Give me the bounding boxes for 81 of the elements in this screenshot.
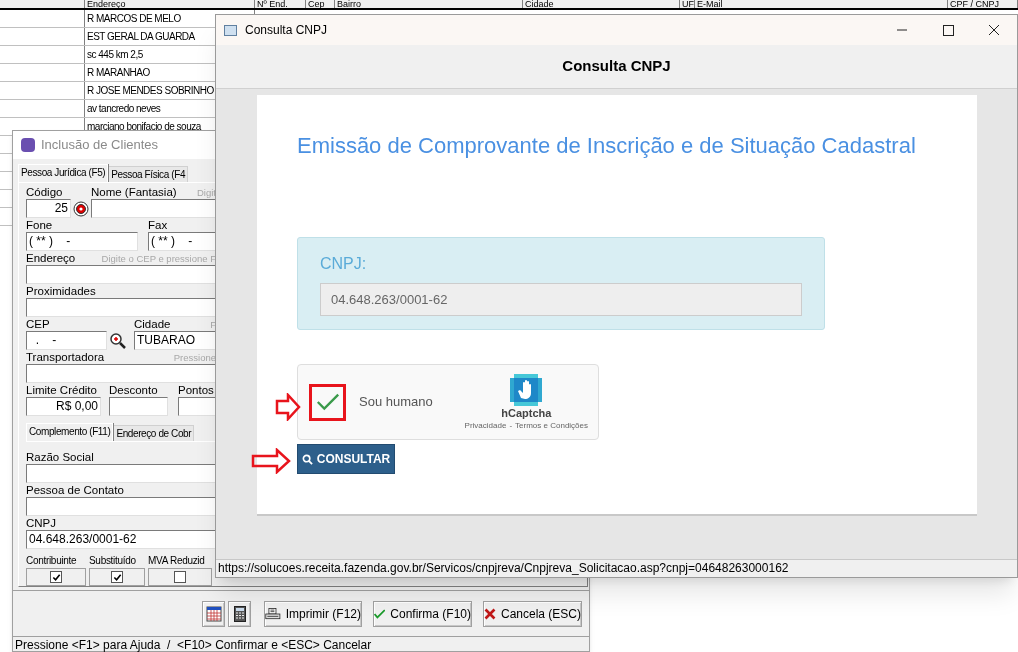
column-header[interactable]: UF [680,0,695,8]
input-field[interactable]: 04.648.263/0001-62 [26,530,216,549]
field-label: Endereço [26,252,76,265]
input-field[interactable]: R$ 0,00 [26,397,101,416]
input-field[interactable]: 25 [26,199,71,218]
field-label: CNPJ: [320,254,368,274]
status-url: https://solucoes.receita.fazenda.gov.br/Servicos/cnpjreva/Cnpjreva_Solicitacao.asp?cnpj=04648263000162 [216,559,1017,577]
field-label: Desconto [109,384,158,397]
field-label: Transportadora [26,351,105,364]
input-field[interactable]: 04.648.263/0001-62 [320,283,802,316]
tab[interactable]: Pessoa Jurídica (F5) [18,164,109,182]
input-field[interactable] [26,265,216,284]
target-icon[interactable] [73,200,89,217]
status-bar: Pressione <F1> para Ajuda / <F10> Confirmar e <ESC> Cancelar [13,636,589,652]
checkbox[interactable] [174,571,186,583]
field-label: Proximidades [26,285,96,298]
page-heading: Emissão de Comprovante de Inscrição e de Situação Cadastral [297,133,916,159]
calculator-icon [233,605,246,622]
input-field[interactable] [109,397,168,416]
annotation-arrow [275,393,301,421]
field-hint: Digit [197,187,216,199]
calendar-icon [205,605,222,622]
printer-icon [265,605,281,622]
input-field[interactable]: ( ** ) - [148,232,216,251]
column-header[interactable]: Nº End. [255,0,306,8]
input-field[interactable] [178,397,216,416]
brand-name: hCaptcha [501,405,552,420]
field-label: Pessoa de Contato [26,484,124,497]
checkbox[interactable] [50,571,62,583]
checkbox[interactable] [111,571,123,583]
field-hint: Digite o CEP e pressione F [101,253,216,265]
calculator-button[interactable] [228,600,251,627]
hand-logo-icon [510,373,543,406]
field-label: Limite Crédito [26,384,97,397]
input-field[interactable]: . - [26,331,107,350]
field-hint: F [210,319,216,331]
checkbox-label: Contribuinte [26,554,77,568]
column-header[interactable]: Endereço [85,0,255,8]
field-label: CNPJ [26,517,57,530]
link-separator: - [509,419,513,431]
tab[interactable]: Pessoa Física (F4 [108,166,189,182]
field-label: Fax [148,219,168,232]
field-label: Nome (Fantasia) [91,186,177,199]
print-button[interactable]: Imprimir (F12) [264,600,362,627]
field-label: Razão Social [26,451,94,464]
footer-link[interactable]: Privacidade [464,419,507,431]
column-header[interactable]: Cep [306,0,335,8]
confirm-button[interactable]: Confirma (F10) [373,600,472,627]
input-field[interactable] [91,199,216,218]
app-icon [21,138,35,152]
checkbox-label: Substituído [89,554,136,568]
annotation-arrow [251,448,291,474]
tab[interactable]: Complemento (F11) [26,423,114,441]
calendar-button[interactable] [202,600,225,627]
input-field[interactable] [26,497,216,516]
input-field[interactable]: TUBARAO [134,331,216,350]
column-header[interactable]: Cidade [523,0,680,8]
app-icon [224,24,237,36]
field-label: Pontos [178,384,214,397]
cancel-button[interactable]: Cancela (ESC) [483,600,582,627]
captcha-label: Sou humano [359,393,433,412]
input-field[interactable]: ( ** ) - [26,232,138,251]
field-label: Fone [26,219,53,232]
search-icon [301,453,313,465]
dialog-header: Consulta CNPJ [562,56,671,77]
column-header[interactable]: Bairro [335,0,523,8]
tab[interactable]: Endereço de Cobr [113,425,195,441]
field-label: Cidade [134,318,171,331]
footer-link[interactable]: Termos e Condições [515,419,588,431]
input-field[interactable] [26,298,216,317]
field-hint: Pressione [173,352,216,364]
consult-button[interactable]: CONSULTAR [297,444,395,474]
input-field[interactable] [26,464,216,483]
checkbox-label: MVA Reduzid [148,554,205,568]
input-field[interactable] [26,364,216,383]
zoom-icon[interactable] [109,331,127,350]
field-label: Código [26,186,63,199]
column-header[interactable]: CPF / CNPJ [948,0,1018,8]
window-title: Inclusão de Clientes [41,136,159,155]
column-header[interactable]: E-Mail [695,0,948,8]
field-label: CEP [26,318,50,331]
